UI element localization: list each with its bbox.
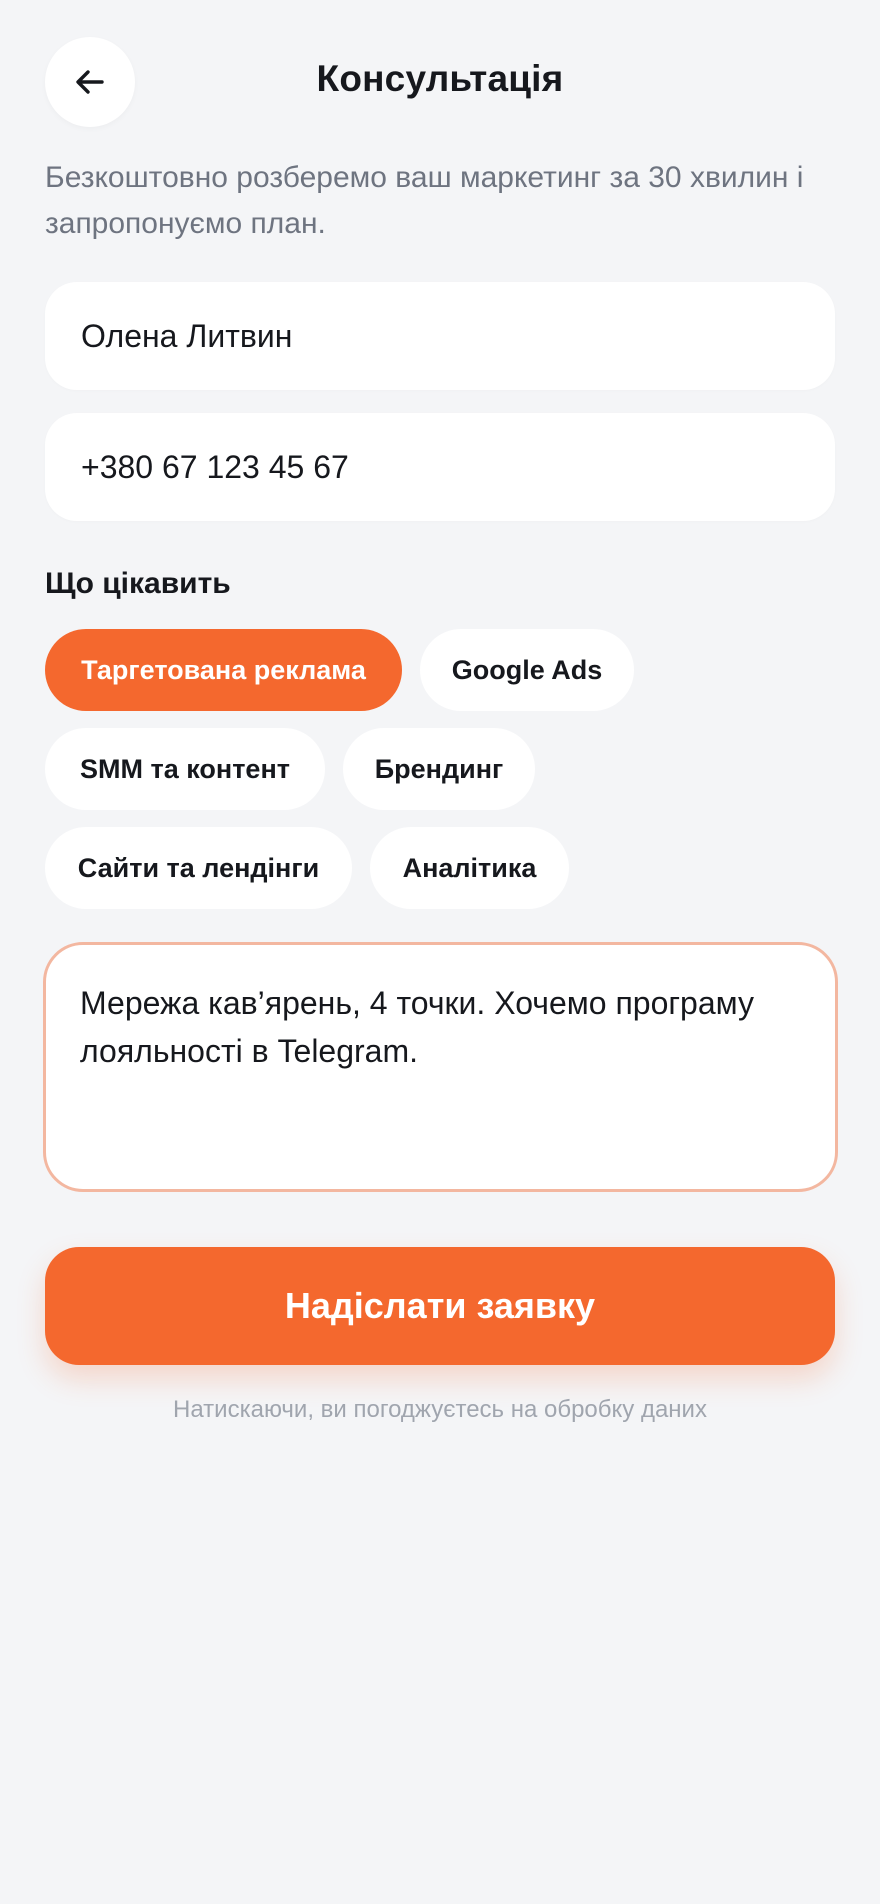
chip-branding[interactable]: Брендинг	[343, 728, 535, 810]
name-input[interactable]: Олена Литвин	[45, 282, 835, 390]
chip-targeted-ads[interactable]: Таргетована реклама	[45, 629, 402, 711]
page-title: Консультація	[316, 58, 564, 99]
intro-text: Безкоштовно розберемо ваш маркетинг за 3…	[45, 161, 804, 240]
chip-smm-content[interactable]: SMM та контент	[45, 728, 325, 810]
consent-text: Натискаючи, ви погоджуєтесь на обробку д…	[173, 1396, 707, 1423]
interests-label: Що цікавить	[45, 567, 231, 600]
message-textarea[interactable]: Мережа кав’ярень, 4 точки. Хочемо програ…	[43, 942, 838, 1192]
chip-analytics[interactable]: Аналітика	[370, 827, 569, 909]
chip-google-ads[interactable]: Google Ads	[420, 629, 634, 711]
chip-websites-landings[interactable]: Сайти та лендінги	[45, 827, 352, 909]
consultation-screen: Консультація Безкоштовно розберемо ваш м…	[0, 0, 880, 1904]
submit-button[interactable]: Надіслати заявку	[45, 1247, 835, 1365]
phone-input[interactable]: +380 67 123 45 67	[45, 413, 835, 521]
